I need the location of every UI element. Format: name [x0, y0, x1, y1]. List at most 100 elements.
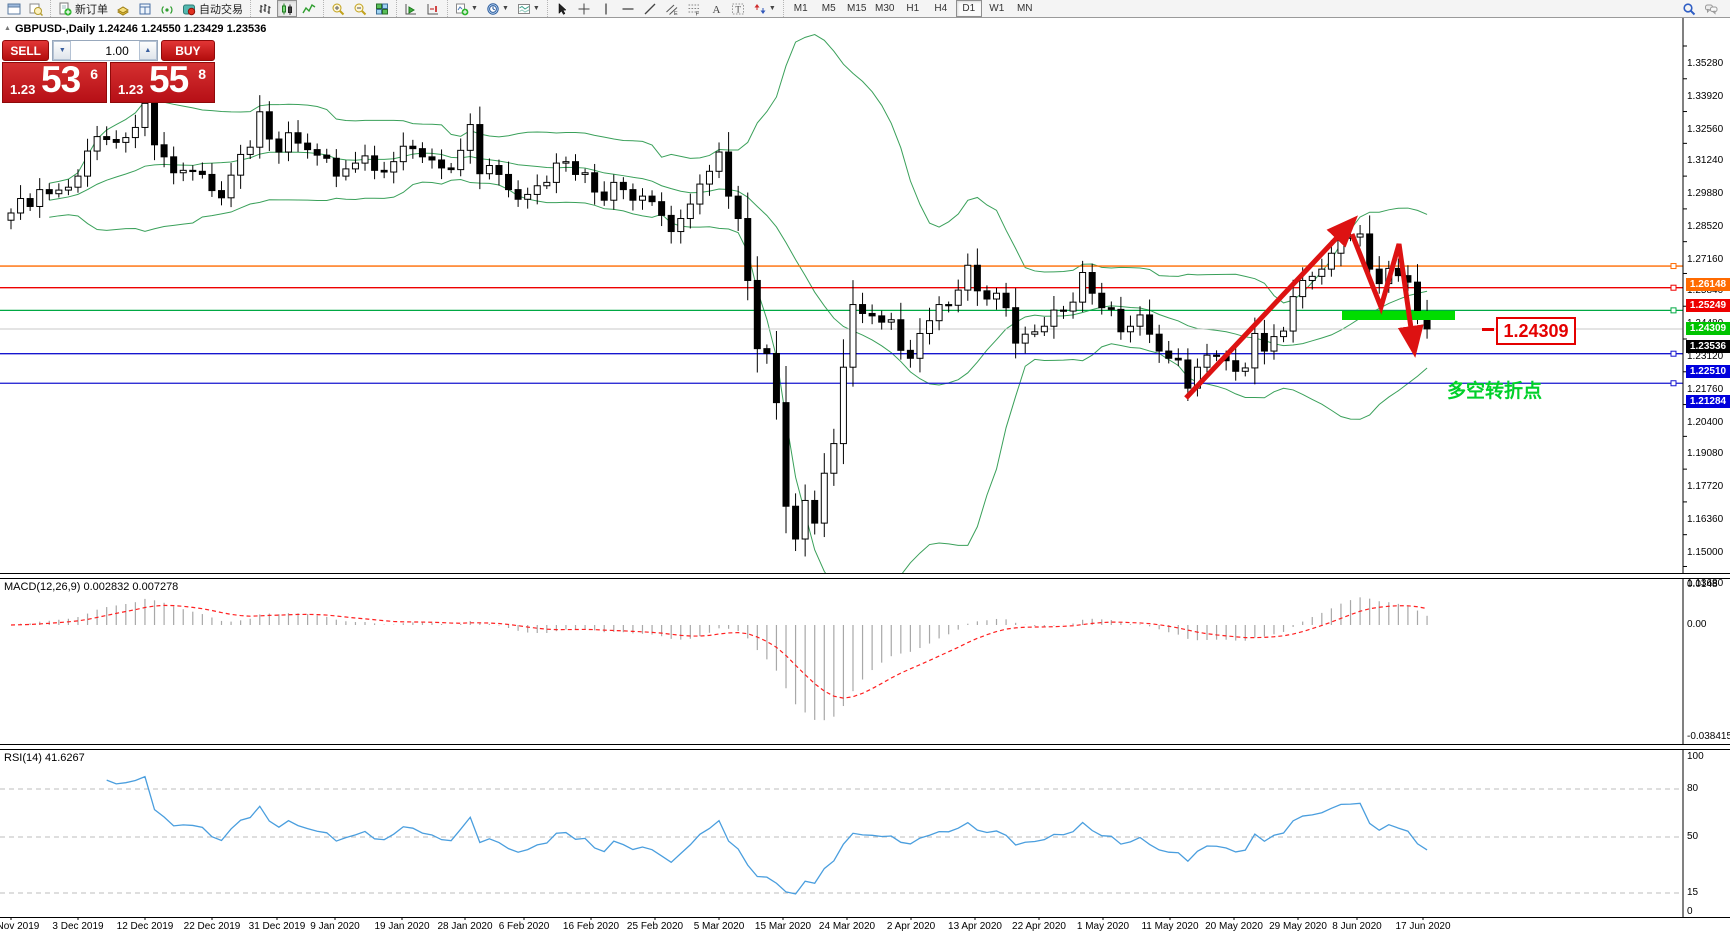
ask-price-big: 55 — [149, 59, 188, 101]
macd-indicator-label: MACD(12,26,9) 0.002832 0.007278 — [4, 581, 178, 593]
timeframe-d1[interactable]: D1 — [956, 0, 982, 17]
market-watch-icon — [116, 2, 130, 16]
one-click-toggle-icon[interactable]: ▲ — [4, 25, 11, 32]
turning-point-note[interactable]: 多空转折点 — [1447, 376, 1542, 403]
chart-profile-button[interactable] — [26, 0, 46, 17]
date-tick: 6 Feb 2020 — [499, 921, 550, 932]
equidistant-channel-icon: E — [665, 2, 679, 16]
date-tick: 2 Apr 2020 — [887, 921, 935, 932]
text-label-button[interactable]: T — [728, 0, 748, 17]
date-tick: 29 May 2020 — [1269, 921, 1327, 932]
price-callout-box[interactable]: 1.24309 — [1496, 317, 1576, 345]
price-tick: 1.31240 — [1687, 155, 1723, 166]
indicators-button[interactable]: ▼ — [452, 0, 481, 17]
chevron-down-icon[interactable]: ▼ — [769, 5, 776, 12]
volume-decrease-button[interactable]: ▼ — [53, 41, 71, 60]
arrows-button[interactable]: ▼ — [750, 0, 779, 17]
horizontal-line-1.25249[interactable] — [0, 285, 1683, 290]
indicators-icon — [455, 2, 469, 16]
crosshair-icon — [577, 2, 591, 16]
text-button[interactable]: A — [706, 0, 726, 17]
chart-area[interactable]: ▲ GBPUSD-,Daily 1.24246 1.24550 1.23429 … — [0, 18, 1730, 940]
panel-separator-rsi[interactable] — [0, 744, 1730, 750]
toolbar-group — [323, 0, 396, 17]
price-tick: 1.29880 — [1687, 188, 1723, 199]
support-zone-bar[interactable] — [1342, 311, 1455, 320]
fibonacci-button[interactable]: F — [684, 0, 704, 17]
horizontal-line-1.26148[interactable] — [0, 264, 1683, 269]
chat-button[interactable] — [1701, 0, 1721, 17]
bid-price-base: 1.23 — [10, 82, 35, 97]
autotrading-label: 自动交易 — [199, 1, 243, 17]
navigator-button[interactable] — [157, 0, 177, 17]
date-tick: 17 Jun 2020 — [1395, 921, 1450, 932]
search-button[interactable] — [1679, 0, 1699, 17]
timeframe-w1[interactable]: W1 — [984, 0, 1010, 17]
timeframe-h4[interactable]: H4 — [928, 0, 954, 17]
crosshair-button[interactable] — [574, 0, 594, 17]
periods-button[interactable]: ▼ — [483, 0, 512, 17]
timeframe-m1[interactable]: M1 — [788, 0, 814, 17]
chart-shift-button[interactable] — [423, 0, 443, 17]
equidistant-channel-button[interactable]: E — [662, 0, 682, 17]
trend-line-button[interactable] — [640, 0, 660, 17]
market-watch-button[interactable] — [113, 0, 133, 17]
hline-price-label-1.25249: 1.25249 — [1686, 299, 1730, 312]
timeframe-h1[interactable]: H1 — [900, 0, 926, 17]
chat-icon — [1704, 2, 1718, 16]
buy-button[interactable]: BUY — [161, 40, 215, 61]
data-window-button[interactable] — [135, 0, 155, 17]
zoom-out-button[interactable] — [350, 0, 370, 17]
price-tick: 1.35280 — [1687, 58, 1723, 69]
price-tick: 1.33920 — [1687, 91, 1723, 102]
vertical-line-button[interactable] — [596, 0, 616, 17]
line-chart-button[interactable] — [299, 0, 319, 17]
bid-price-pip: 6 — [90, 66, 98, 82]
indicator-tick: 100 — [1687, 751, 1704, 762]
date-tick: 31 Dec 2019 — [249, 921, 306, 932]
indicator-tick: 0.0148 — [1687, 579, 1718, 590]
chevron-down-icon[interactable]: ▼ — [533, 5, 540, 12]
date-tick: 22 Nov 2019 — [0, 921, 39, 932]
new-order-button[interactable]: 新订单 — [55, 0, 111, 17]
auto-scroll-button[interactable] — [401, 0, 421, 17]
templates-button[interactable]: ▼ — [514, 0, 543, 17]
periods-icon — [486, 2, 500, 16]
autotrading-button[interactable]: 自动交易 — [179, 0, 246, 17]
candle-chart-button[interactable] — [277, 0, 297, 17]
chart-bottom-border — [0, 917, 1730, 918]
cursor-button[interactable] — [552, 0, 572, 17]
panel-separator-macd[interactable] — [0, 573, 1730, 579]
trend-arrow-up[interactable] — [1186, 227, 1347, 398]
horizontal-line-icon — [621, 2, 635, 16]
chevron-down-icon[interactable]: ▼ — [502, 5, 509, 12]
sell-button[interactable]: SELL — [2, 40, 49, 61]
chevron-down-icon[interactable]: ▼ — [471, 5, 478, 12]
svg-text:T: T — [735, 4, 741, 14]
date-tick: 11 May 2020 — [1141, 921, 1198, 932]
zoom-in-button[interactable] — [328, 0, 348, 17]
arrows-icon — [753, 2, 767, 16]
volume-input[interactable] — [71, 41, 138, 60]
volume-increase-button[interactable]: ▲ — [139, 41, 157, 60]
chart-profile-icon — [29, 2, 43, 16]
timeframe-toolbar: M1M5M15M30H1H4D1W1MN — [783, 0, 1042, 17]
chart-window-icon — [7, 2, 21, 16]
timeframe-m30[interactable]: M30 — [872, 0, 898, 17]
toolbar-group — [396, 0, 447, 17]
chart-window-button[interactable] — [4, 0, 24, 17]
toolbar-right — [1678, 0, 1730, 17]
horizontal-line-1.22510[interactable] — [0, 351, 1683, 356]
timeframe-m15[interactable]: M15 — [844, 0, 870, 17]
ask-price-display[interactable]: 1.23 55 8 — [110, 62, 215, 103]
bid-price-display[interactable]: 1.23 53 6 — [2, 62, 107, 103]
price-chart-canvas[interactable] — [0, 18, 1730, 940]
bar-chart-button[interactable] — [255, 0, 275, 17]
tile-windows-icon — [375, 2, 389, 16]
timeframe-mn[interactable]: MN — [1012, 0, 1038, 17]
tile-windows-button[interactable] — [372, 0, 392, 17]
bollinger-bands — [49, 35, 1427, 589]
horizontal-line-button[interactable] — [618, 0, 638, 17]
timeframe-m5[interactable]: M5 — [816, 0, 842, 17]
bollinger-upper — [49, 35, 1427, 303]
